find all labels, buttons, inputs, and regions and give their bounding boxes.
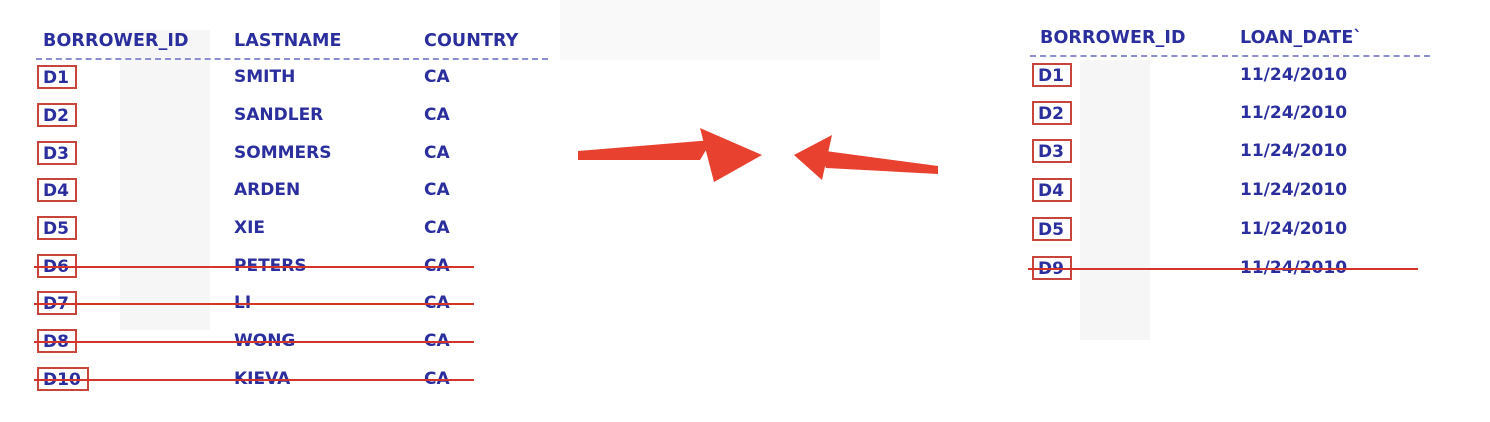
left-pointing-arrow-icon — [794, 135, 938, 180]
right-pointing-arrow-icon — [578, 128, 762, 182]
join-arrows — [578, 128, 938, 182]
